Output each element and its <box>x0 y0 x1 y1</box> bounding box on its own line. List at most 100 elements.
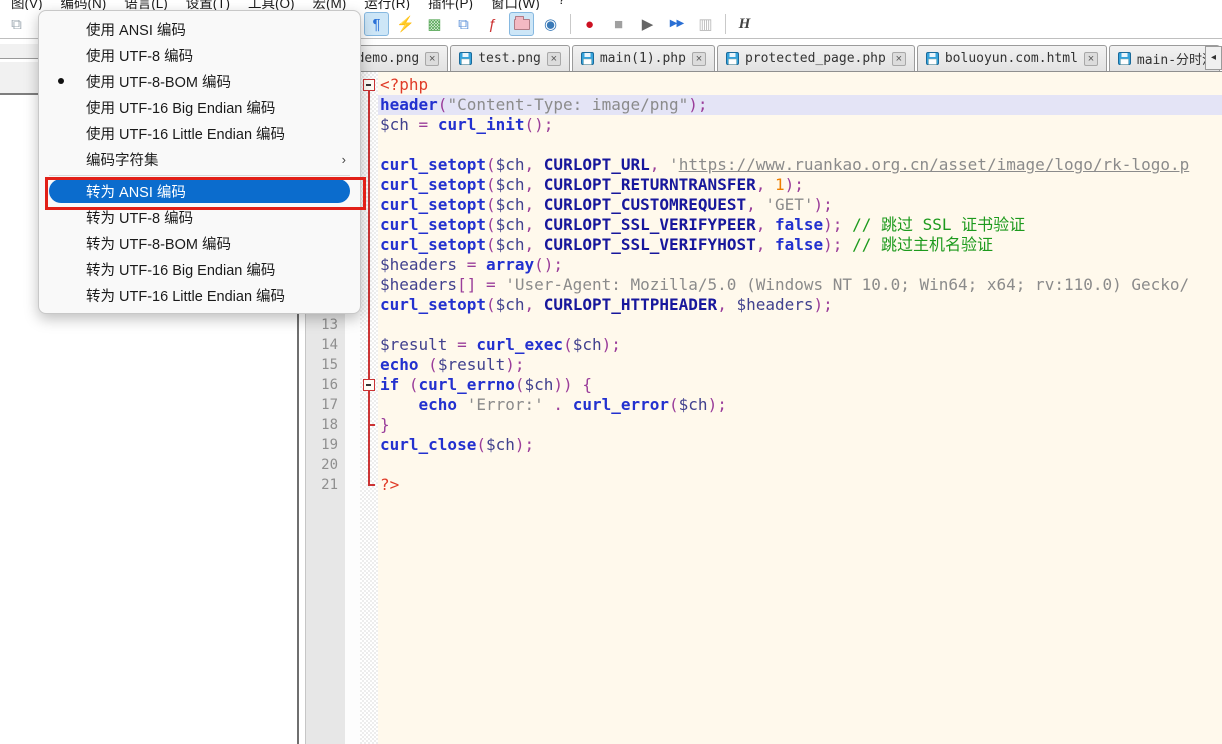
code-token: "Content-Type: image/png" <box>447 95 689 114</box>
copy-icon[interactable]: ⧉ <box>4 12 29 36</box>
tab-close-icon[interactable]: × <box>546 51 561 66</box>
menubar-item-4[interactable]: 工具(O) <box>239 0 304 10</box>
code-token: = <box>466 255 477 274</box>
code-token: $result <box>380 335 448 354</box>
code-token: ( <box>485 235 496 254</box>
document-tab-4[interactable]: boluoyun.com.html × <box>916 45 1107 71</box>
show-all-characters-icon[interactable]: ¶ <box>364 12 389 36</box>
macro-play-icon[interactable]: ▶ <box>635 12 660 36</box>
line-number: 21 <box>321 477 338 493</box>
fold-cell[interactable] <box>360 75 378 95</box>
code-token: <?php <box>380 75 429 94</box>
saved-file-icon <box>580 52 594 65</box>
fold-cell <box>360 455 378 475</box>
fold-collapse-icon[interactable] <box>363 379 375 391</box>
menubar-item-5[interactable]: 宏(M) <box>304 0 356 10</box>
menu-item-8[interactable]: 转为 UTF-8 编码 <box>39 204 360 230</box>
tab-close-icon[interactable]: × <box>891 51 906 66</box>
lightning-icon[interactable]: ⚡ <box>393 12 418 36</box>
menu-item-3[interactable]: 使用 UTF-16 Big Endian 编码 <box>39 94 360 120</box>
macro-run-multiple-icon[interactable]: ▶▶ <box>664 12 689 36</box>
menu-item-0[interactable]: 使用 ANSI 编码 <box>39 16 360 42</box>
menu-separator <box>49 175 350 176</box>
fold-cell <box>360 155 378 175</box>
code-token: = <box>485 275 496 294</box>
menu-item-1[interactable]: 使用 UTF-8 编码 <box>39 42 360 68</box>
code-line-1: 1<?php <box>306 75 1222 95</box>
menu-item-9[interactable]: 转为 UTF-8-BOM 编码 <box>39 230 360 256</box>
menubar-item-7[interactable]: 插件(P) <box>419 0 482 10</box>
menu-item-label: 转为 UTF-16 Little Endian 编码 <box>86 288 286 305</box>
code-token: curl_init <box>437 115 525 134</box>
code-token: )) <box>553 375 573 394</box>
saved-file-icon <box>725 52 739 65</box>
menu-item-11[interactable]: 转为 UTF-16 Little Endian 编码 <box>39 282 360 308</box>
document-tab-5[interactable]: main-分时流量 <box>1108 45 1220 71</box>
menu-item-7[interactable]: 转为 ANSI 编码 <box>49 179 350 203</box>
menu-item-5[interactable]: 编码字符集 › <box>39 146 360 172</box>
code-line-4: 4 <box>306 135 1222 155</box>
macro-record-icon[interactable]: ● <box>577 12 602 36</box>
code-token: if <box>380 375 400 394</box>
menubar-item-9[interactable]: ? <box>549 0 575 10</box>
menu-item-2[interactable]: 使用 UTF-8-BOM 编码 <box>39 68 360 94</box>
document-tab-2[interactable]: main(1).php × <box>571 45 715 71</box>
menu-item-4[interactable]: 使用 UTF-16 Little Endian 编码 <box>39 120 360 146</box>
function-list-icon[interactable]: ƒ <box>480 12 505 36</box>
tab-close-icon[interactable]: × <box>1083 51 1098 66</box>
menubar-item-6[interactable]: 运行(R) <box>355 0 419 10</box>
code-token: ' <box>669 155 679 174</box>
copy-icon-glyph: ⧉ <box>11 15 22 33</box>
code-line-5: 5curl_setopt($ch, CURLOPT_URL, 'https://… <box>306 155 1222 175</box>
monitoring-h-icon[interactable]: H <box>732 12 757 36</box>
synchronize-docs-icon[interactable]: ⧉ <box>451 12 476 36</box>
fold-line <box>368 315 370 335</box>
code-token: ( <box>485 155 496 174</box>
document-map-icon[interactable]: ▩ <box>422 12 447 36</box>
tab-close-icon[interactable]: × <box>691 51 706 66</box>
line-number: 18 <box>321 417 338 433</box>
code-token: , <box>524 195 535 214</box>
document-peeker-eye-icon[interactable]: ◉ <box>538 12 563 36</box>
line-number: 15 <box>321 357 338 373</box>
document-tab-3[interactable]: protected_page.php × <box>716 45 915 71</box>
code-token: = <box>457 335 467 354</box>
menubar-item-1[interactable]: 编码(N) <box>52 0 116 10</box>
code-token: } <box>380 415 390 434</box>
folder-monitor-icon[interactable] <box>509 12 534 36</box>
tab-label: main(1).php <box>599 51 686 66</box>
code-token: ( <box>514 375 525 394</box>
menubar-item-0[interactable]: 图(V) <box>2 0 52 10</box>
line-number: 20 <box>321 457 338 473</box>
code-editor[interactable]: 1<?php2header("Content-Type: image/png")… <box>306 72 1222 744</box>
document-tab-1[interactable]: test.png × <box>450 45 570 71</box>
code-token: ( <box>428 355 438 374</box>
fold-cell[interactable] <box>360 375 378 395</box>
menu-item-10[interactable]: 转为 UTF-16 Big Endian 编码 <box>39 256 360 282</box>
code-text: curl_setopt($ch, CURLOPT_SSL_VERIFYPEER,… <box>378 215 1222 235</box>
code-token: echo <box>418 395 458 414</box>
menu-item-label: 转为 ANSI 编码 <box>86 184 186 201</box>
menubar-item-8[interactable]: 窗口(W) <box>482 0 549 10</box>
tab-scroll-left-button[interactable]: ◂ <box>1205 46 1222 70</box>
bookmark-cell <box>345 455 360 475</box>
menubar-item-3[interactable]: 设置(T) <box>177 0 239 10</box>
fold-collapse-icon[interactable] <box>363 79 375 91</box>
tab-close-icon[interactable]: × <box>425 51 440 66</box>
code-line-10: 10$headers = array(); <box>306 255 1222 275</box>
bookmark-cell <box>345 335 360 355</box>
bookmark-cell <box>345 315 360 335</box>
fold-cell <box>360 355 378 375</box>
code-token: ); <box>823 235 843 254</box>
macro-stop-icon[interactable]: ■ <box>606 12 631 36</box>
menubar-item-2[interactable]: 语言(L) <box>115 0 177 10</box>
macro-save-icon[interactable]: ▥ <box>693 12 718 36</box>
code-text: $result = curl_exec($ch); <box>378 335 1222 355</box>
code-token: . <box>553 395 564 414</box>
code-token: $ch <box>380 115 409 134</box>
